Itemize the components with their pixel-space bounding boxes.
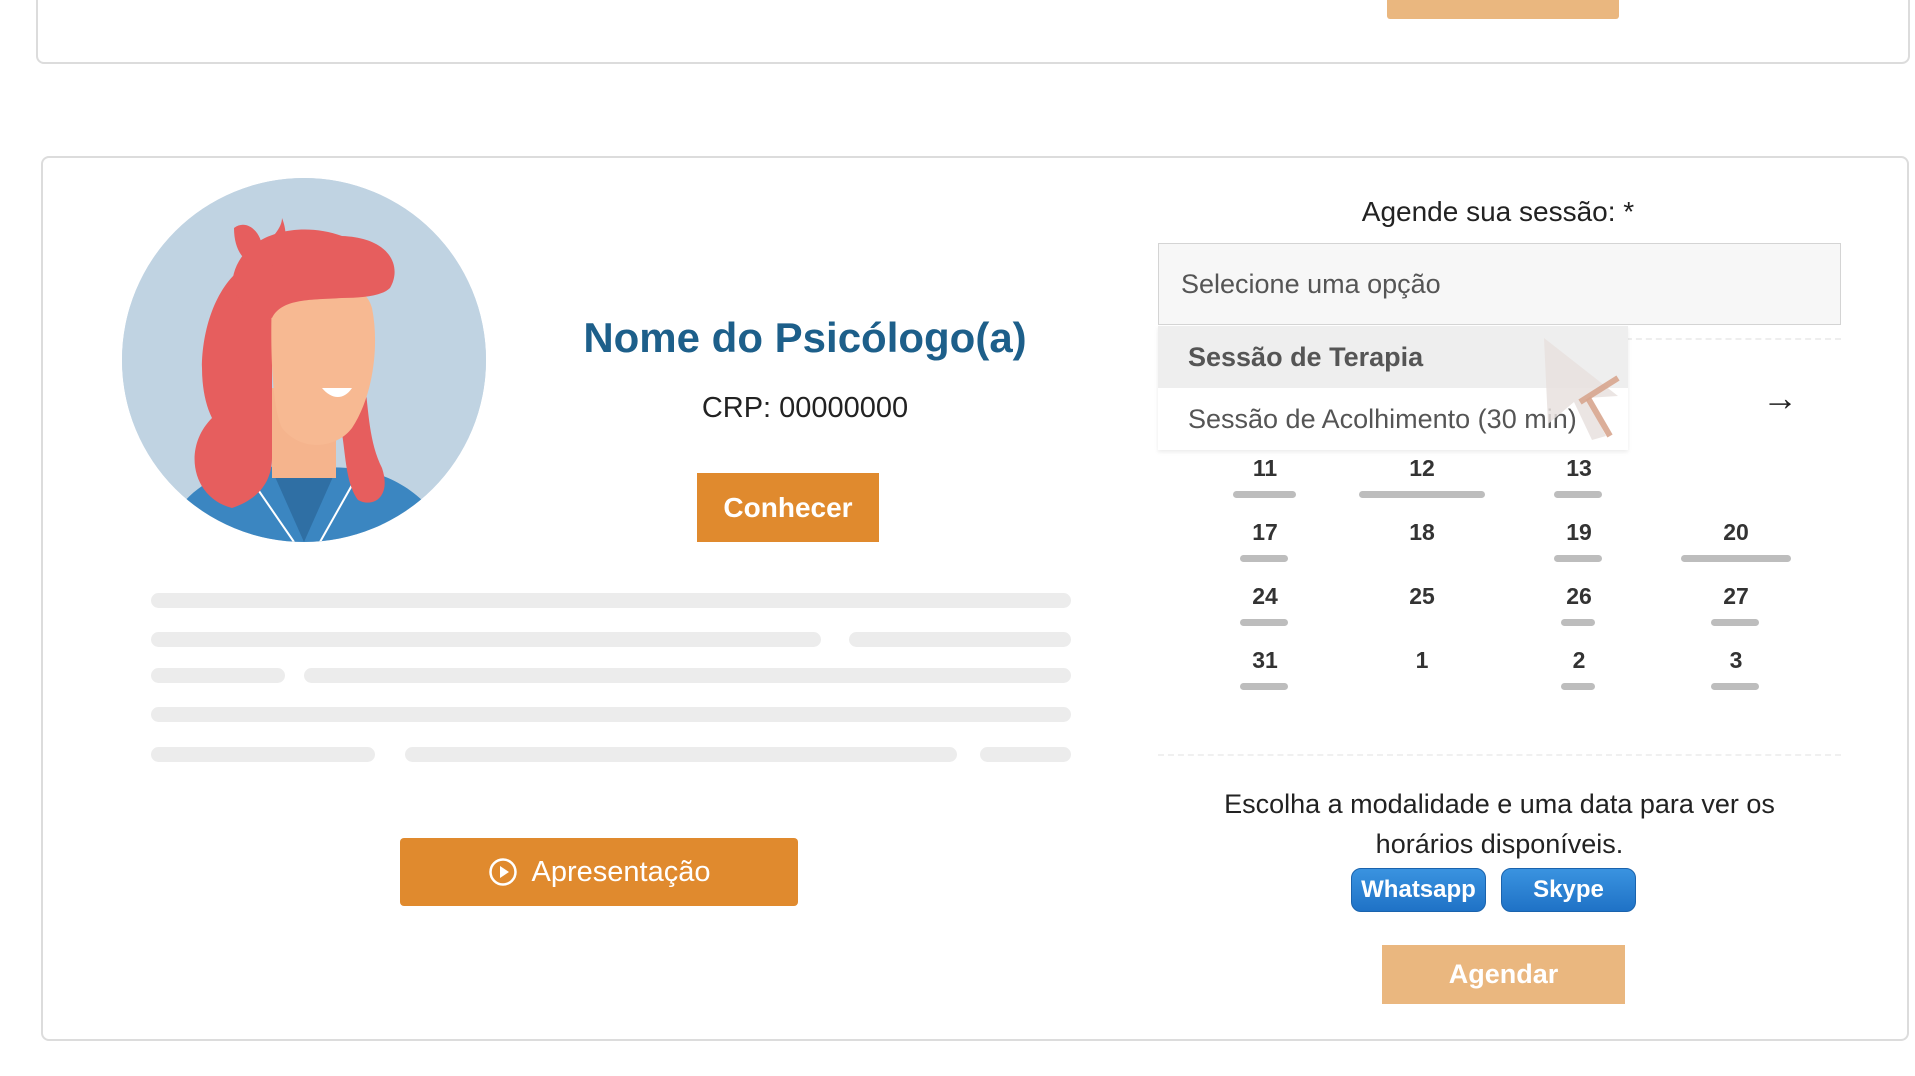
whatsapp-button[interactable]: Whatsapp: [1351, 868, 1486, 912]
previous-card: [36, 0, 1910, 64]
description-placeholder-line: [151, 747, 375, 762]
psychologist-name: Nome do Psicólogo(a): [583, 314, 1027, 361]
description-placeholder-line: [151, 668, 285, 683]
availability-bar: [1359, 491, 1485, 498]
availability-bar: [1711, 683, 1759, 690]
availability-bar: [1240, 555, 1288, 562]
apresentacao-label: Apresentação: [531, 855, 711, 888]
conhecer-button[interactable]: Conhecer: [697, 473, 879, 542]
description-placeholder-line: [151, 707, 1071, 722]
booking-info-line: Escolha a modalidade e uma data para ver…: [1224, 789, 1775, 819]
calendar-day[interactable]: 25: [1367, 583, 1477, 610]
calendar-day[interactable]: 13: [1524, 455, 1634, 482]
calendar-day[interactable]: 3: [1681, 647, 1791, 674]
calendar-day[interactable]: 27: [1681, 583, 1791, 610]
avatar: [122, 178, 486, 542]
calendar-day[interactable]: 11: [1210, 455, 1320, 482]
apresentacao-button[interactable]: Apresentação: [400, 838, 798, 906]
availability-bar: [1240, 683, 1288, 690]
calendar-day[interactable]: 17: [1210, 519, 1320, 546]
description-placeholder-line: [849, 632, 1071, 647]
availability-bar: [1554, 555, 1602, 562]
agendar-button[interactable]: Agendar: [1382, 945, 1625, 1004]
calendar-day[interactable]: 26: [1524, 583, 1634, 610]
calendar-day[interactable]: 31: [1210, 647, 1320, 674]
description-placeholder-line: [151, 593, 1071, 608]
description-placeholder-line: [151, 632, 821, 647]
mouse-cursor-icon: [1544, 338, 1620, 440]
calendar-day[interactable]: 18: [1367, 519, 1477, 546]
calendar-day[interactable]: 19: [1524, 519, 1634, 546]
description-placeholder-line: [405, 747, 957, 762]
availability-bar: [1711, 619, 1759, 626]
booking-label: Agende sua sessão: *: [1361, 196, 1635, 227]
calendar-day[interactable]: 20: [1681, 519, 1791, 546]
previous-card-button-stub[interactable]: [1387, 0, 1619, 19]
availability-bar: [1561, 683, 1595, 690]
calendar-day[interactable]: 2: [1524, 647, 1634, 674]
skype-button[interactable]: Skype: [1501, 868, 1636, 912]
calendar-day[interactable]: 12: [1367, 455, 1477, 482]
calendar-day[interactable]: 1: [1367, 647, 1477, 674]
description-placeholder-line: [304, 668, 1071, 683]
availability-bar: [1554, 491, 1602, 498]
availability-bar: [1681, 555, 1791, 562]
booking-info-line: horários disponíveis.: [1375, 829, 1624, 859]
psychologist-crp: CRP: 00000000: [701, 392, 909, 424]
calendar-day[interactable]: 24: [1210, 583, 1320, 610]
availability-bar: [1561, 619, 1595, 626]
availability-bar: [1240, 619, 1288, 626]
availability-bar: [1233, 491, 1296, 498]
arrow-right-icon[interactable]: →: [1762, 380, 1798, 416]
woman-avatar-icon: [122, 178, 486, 542]
play-circle-icon: [488, 858, 517, 886]
session-type-select[interactable]: Selecione uma opção: [1158, 243, 1841, 325]
divider: [1158, 754, 1841, 756]
booking-info-text: Escolha a modalidade e uma data para ver…: [1158, 784, 1841, 864]
select-placeholder: Selecione uma opção: [1181, 268, 1441, 299]
description-placeholder-line: [980, 747, 1071, 762]
